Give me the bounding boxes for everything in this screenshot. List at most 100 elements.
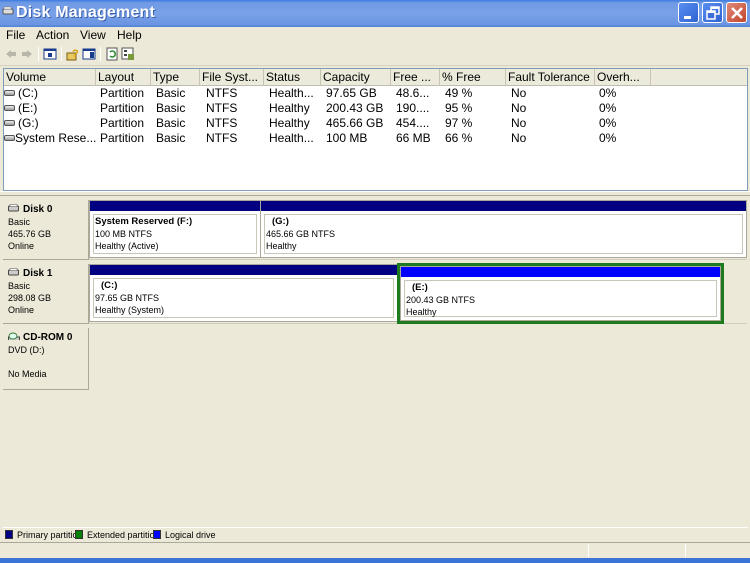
partition-status: Healthy — [266, 241, 297, 251]
legend-logical-drive: Logical drive — [153, 530, 216, 541]
type-cell: Basic — [156, 131, 186, 145]
status-cell: Healthy — [269, 116, 310, 130]
volume-icon — [4, 90, 15, 96]
volume-list: Volume Layout Type File Syst... Status C… — [3, 68, 748, 191]
column-header-overhead[interactable]: Overh... — [595, 69, 651, 86]
partition-title: System Reserved (F:) — [95, 216, 193, 227]
column-header-status[interactable]: Status — [264, 69, 321, 86]
volume-icon — [4, 120, 15, 126]
volume-icon — [4, 105, 15, 111]
disk-1-label[interactable]: Disk 1 Basic 298.08 GB Online — [3, 264, 89, 324]
column-header-free-space[interactable]: Free ... — [391, 69, 440, 86]
capacity-cell: 100 MB — [326, 131, 368, 145]
volume-icon — [4, 135, 15, 141]
column-header-volume[interactable]: Volume — [4, 69, 96, 86]
back-arrow-icon[interactable] — [4, 47, 18, 61]
partition-status: Healthy (Active) — [95, 241, 159, 251]
disk-state: Online — [8, 305, 35, 315]
disk-graphical-view: Disk 0 Basic 465.76 GB Online System Res… — [0, 196, 750, 516]
restore-button[interactable] — [702, 2, 723, 23]
partition-size: 465.66 GB NTFS — [266, 229, 336, 239]
percent-free-cell: 49 % — [445, 86, 473, 100]
extended-partition[interactable]: (E:) 200.43 GB NTFS Healthy — [397, 263, 724, 324]
primary-partition-swatch — [5, 530, 13, 539]
table-row[interactable]: System Rese... Partition Basic NTFS Heal… — [4, 131, 747, 146]
percent-free-cell: 97 % — [445, 116, 473, 130]
column-header-type[interactable]: Type — [151, 69, 200, 86]
help-icon[interactable]: ? — [66, 47, 80, 61]
extended-partition-swatch — [75, 530, 83, 539]
partition-c[interactable]: (C:) 97.65 GB NTFS Healthy (System) — [89, 264, 398, 322]
capacity-cell: 97.65 GB — [326, 86, 377, 100]
overhead-cell: 0% — [599, 101, 617, 115]
partition-e[interactable]: (E:) 200.43 GB NTFS Healthy — [400, 266, 721, 321]
primary-partition-bar — [90, 265, 397, 275]
toolbar: ? — [0, 44, 750, 66]
partition-title: (G:) — [272, 216, 289, 227]
layout-cell: Partition — [100, 116, 145, 130]
column-header-fault-tolerance[interactable]: Fault Tolerance — [506, 69, 595, 86]
fault-tolerance-cell: No — [511, 116, 527, 130]
type-cell: Basic — [156, 101, 186, 115]
volume-cell: (G:) — [4, 116, 96, 131]
free-space-cell: 454.... — [396, 116, 430, 130]
show-hide-action-pane-icon[interactable] — [82, 47, 96, 61]
column-header-layout[interactable]: Layout — [96, 69, 151, 86]
menu-file[interactable]: File — [6, 28, 25, 42]
menu-view[interactable]: View — [80, 28, 106, 42]
primary-partition-bar — [90, 201, 260, 211]
disk-size: 465.76 GB — [8, 229, 52, 239]
logical-drive-bar — [401, 267, 720, 277]
column-header-percent-free[interactable]: % Free — [440, 69, 506, 86]
toolbar-separator — [100, 47, 101, 61]
volume-list-header: Volume Layout Type File Syst... Status C… — [4, 69, 747, 86]
disk-size: 298.08 GB — [8, 293, 52, 303]
show-hide-console-tree-icon[interactable] — [43, 47, 57, 61]
percent-free-cell: 66 % — [445, 131, 473, 145]
partition-system-reserved[interactable]: System Reserved (F:) 100 MB NTFS Healthy… — [89, 200, 261, 258]
status-bar — [0, 543, 750, 558]
cdrom-icon — [8, 332, 20, 340]
refresh-icon[interactable] — [105, 47, 119, 61]
overhead-cell: 0% — [599, 86, 617, 100]
type-cell: Basic — [156, 86, 186, 100]
partition-g[interactable]: (G:) 465.66 GB NTFS Healthy — [260, 200, 747, 258]
fault-tolerance-cell: No — [511, 101, 527, 115]
cdrom-0-label[interactable]: CD-ROM 0 DVD (D:) No Media — [3, 328, 89, 390]
column-header-file-system[interactable]: File Syst... — [200, 69, 264, 86]
file-system-cell: NTFS — [206, 116, 238, 130]
table-row[interactable]: (E:) Partition Basic NTFS Healthy 200.43… — [4, 101, 747, 116]
file-system-cell: NTFS — [206, 131, 238, 145]
close-icon — [731, 7, 743, 19]
layout-cell: Partition — [100, 86, 145, 100]
close-button[interactable] — [726, 2, 747, 23]
toolbar-separator — [38, 47, 39, 61]
disk-name: CD-ROM 0 — [23, 332, 73, 343]
title-bar: Disk Management — [0, 0, 750, 27]
partition-status: Healthy — [406, 307, 437, 317]
status-bar-divider — [588, 544, 589, 557]
layout-cell: Partition — [100, 131, 145, 145]
table-row[interactable]: (G:) Partition Basic NTFS Healthy 465.66… — [4, 116, 747, 131]
column-header-capacity[interactable]: Capacity — [321, 69, 391, 86]
table-row[interactable]: (C:) Partition Basic NTFS Health... 97.6… — [4, 86, 747, 101]
status-bar-divider — [685, 544, 686, 557]
disk-name: Disk 0 — [23, 204, 53, 215]
overhead-cell: 0% — [599, 131, 617, 145]
file-system-cell: NTFS — [206, 101, 238, 115]
menu-action[interactable]: Action — [36, 28, 69, 42]
volume-cell: (C:) — [4, 86, 96, 101]
disk-state: Online — [8, 241, 35, 251]
properties-icon[interactable] — [121, 47, 135, 61]
forward-arrow-icon[interactable] — [20, 47, 34, 61]
minimize-button[interactable] — [678, 2, 699, 23]
free-space-cell: 48.6... — [396, 86, 430, 100]
partition-size: 100 MB NTFS — [95, 229, 153, 239]
menu-help[interactable]: Help — [117, 28, 142, 42]
capacity-cell: 465.66 GB — [326, 116, 384, 130]
disk-0-label[interactable]: Disk 0 Basic 465.76 GB Online — [3, 200, 89, 260]
menu-bar: File Action View Help — [0, 27, 750, 44]
partition-title: (C:) — [101, 280, 118, 291]
partition-status: Healthy (System) — [95, 305, 165, 315]
capacity-cell: 200.43 GB — [326, 101, 384, 115]
